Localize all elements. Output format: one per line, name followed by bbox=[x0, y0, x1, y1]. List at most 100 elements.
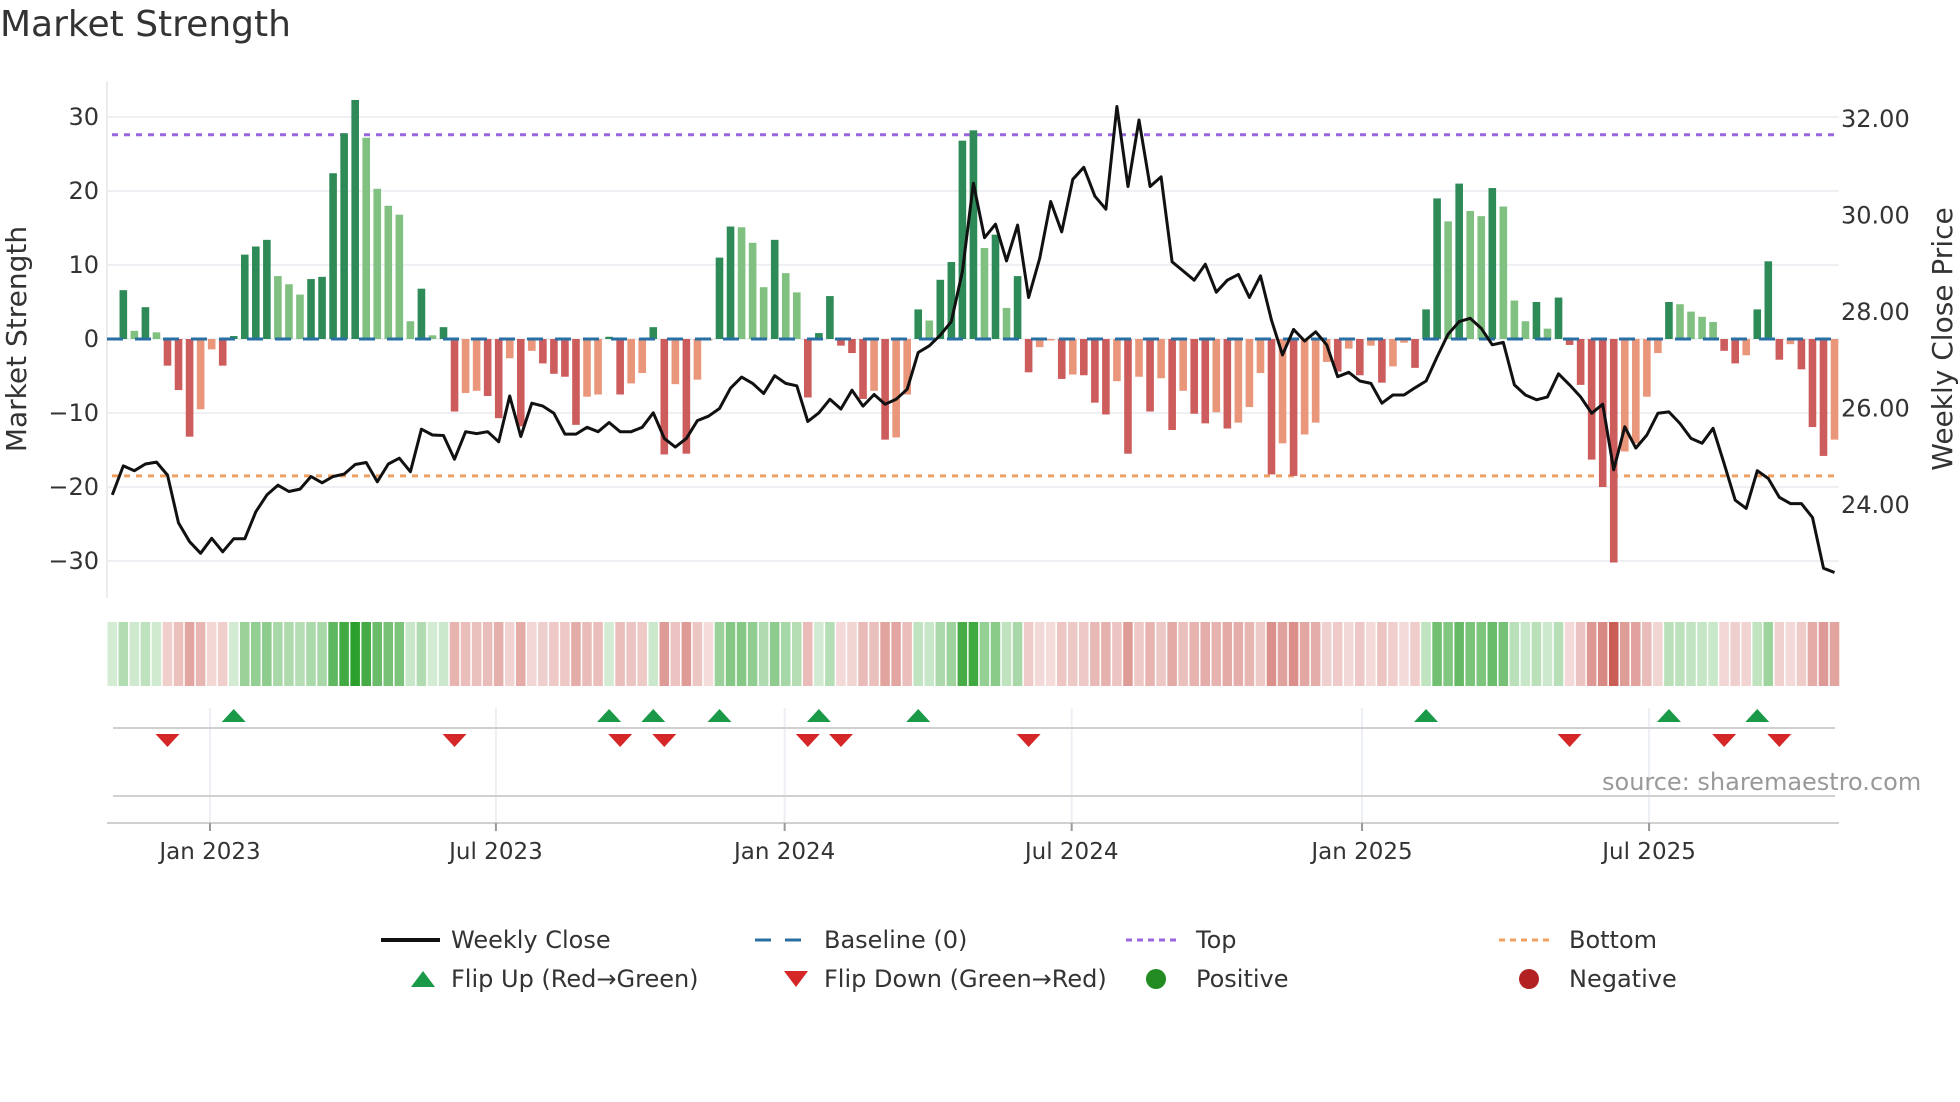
strength-bar bbox=[1698, 316, 1706, 339]
strength-bar bbox=[461, 339, 470, 394]
y-tick-label: −20 bbox=[48, 473, 99, 501]
heatmap-cell bbox=[637, 622, 647, 686]
heatmap-cell bbox=[1222, 622, 1233, 686]
strength-bar bbox=[240, 254, 249, 339]
heatmap-cell bbox=[1045, 622, 1056, 686]
strength-bar bbox=[583, 339, 591, 397]
strength-bar bbox=[516, 339, 525, 427]
strength-bar bbox=[1378, 339, 1386, 383]
strength-bar bbox=[483, 339, 492, 396]
y2-tick-label: 26.00 bbox=[1841, 395, 1910, 423]
strength-bar bbox=[196, 339, 205, 410]
heatmap-cell bbox=[438, 622, 449, 686]
heatmap-cell bbox=[118, 622, 129, 686]
heatmap-cell bbox=[1686, 622, 1696, 686]
heatmap-cell bbox=[549, 622, 559, 686]
heatmap-cell bbox=[416, 622, 427, 686]
strength-bar bbox=[914, 309, 923, 339]
strength-bar bbox=[1102, 339, 1110, 415]
heatmap-cell bbox=[847, 622, 857, 686]
heatmap-cell bbox=[1112, 622, 1122, 686]
heatmap-cell bbox=[515, 622, 526, 686]
strength-bar bbox=[594, 339, 602, 395]
y-tick-label: −10 bbox=[48, 399, 99, 427]
strength-bar bbox=[1521, 321, 1530, 339]
heatmap-cell bbox=[1443, 622, 1453, 686]
heatmap-cell bbox=[714, 622, 725, 686]
y-axis-title: Market Strength bbox=[0, 226, 33, 452]
heatmap-cell bbox=[935, 622, 946, 686]
heatmap-cell bbox=[1664, 622, 1674, 686]
legend-label: Flip Up (Red→Green) bbox=[451, 965, 699, 993]
flip-up-marker bbox=[221, 709, 246, 722]
y-tick-label: 30 bbox=[68, 103, 99, 131]
strength-bar bbox=[991, 234, 1000, 339]
heatmap-cell bbox=[228, 622, 239, 686]
strength-bar bbox=[274, 276, 282, 339]
heatmap-cell bbox=[582, 622, 592, 686]
heatmap-cell bbox=[328, 622, 338, 686]
strength-bar bbox=[980, 247, 989, 339]
strength-bar bbox=[726, 226, 735, 339]
heatmap-cell bbox=[129, 622, 140, 686]
strength-bar bbox=[1300, 339, 1309, 435]
heatmap-cell bbox=[979, 622, 990, 686]
heatmap-cell bbox=[769, 622, 780, 686]
strength-bar bbox=[141, 307, 150, 339]
strength-bar bbox=[1146, 339, 1154, 412]
flip-down-marker bbox=[155, 734, 180, 747]
heatmap-cell bbox=[615, 622, 625, 686]
strength-bar bbox=[263, 239, 271, 339]
strength-bar bbox=[406, 321, 415, 339]
strength-bar bbox=[1731, 339, 1739, 364]
heatmap-cell bbox=[560, 622, 570, 686]
flip-down-marker bbox=[652, 734, 677, 747]
strength-bar bbox=[1124, 339, 1132, 454]
strength-bar bbox=[1808, 339, 1817, 428]
strength-bar bbox=[1223, 339, 1232, 429]
heatmap-cell bbox=[681, 622, 692, 686]
heatmap-cell bbox=[1631, 622, 1641, 686]
strength-bar bbox=[1742, 339, 1751, 356]
heatmap-cell bbox=[1476, 622, 1486, 686]
strength-bar bbox=[1201, 339, 1210, 424]
strength-bar bbox=[881, 339, 889, 440]
heatmap-cell bbox=[1266, 622, 1277, 686]
heatmap-cell bbox=[1553, 622, 1564, 686]
heatmap-cell bbox=[593, 622, 603, 686]
heatmap-cell bbox=[1774, 622, 1785, 686]
x-tick-label: Jan 2025 bbox=[1309, 839, 1412, 865]
legend-label: Bottom bbox=[1569, 926, 1657, 954]
x-tick-label: Jul 2025 bbox=[1600, 839, 1696, 865]
flip-down-marker bbox=[608, 734, 633, 747]
heatmap-cell bbox=[1399, 622, 1409, 686]
strength-bar bbox=[1256, 339, 1265, 374]
strength-bar bbox=[616, 339, 624, 395]
heatmap-cell bbox=[571, 622, 581, 686]
heatmap-cell bbox=[1321, 622, 1332, 686]
strength-bar bbox=[1643, 339, 1651, 397]
strength-bar bbox=[307, 279, 315, 339]
heatmap-cell bbox=[295, 622, 305, 686]
strength-bar bbox=[1002, 307, 1011, 339]
heatmap-cell bbox=[262, 622, 272, 686]
heatmap-cell bbox=[1498, 622, 1509, 686]
strength-bar bbox=[826, 296, 834, 339]
heatmap-cell bbox=[1752, 622, 1762, 686]
heatmap-cell bbox=[1487, 622, 1498, 686]
heatmap-cell bbox=[1233, 622, 1244, 686]
strength-bar bbox=[1135, 339, 1143, 377]
heatmap-cell bbox=[1785, 622, 1796, 686]
heatmap-cell bbox=[1288, 622, 1299, 686]
heatmap-cell bbox=[527, 622, 537, 686]
strength-bar bbox=[1057, 339, 1066, 379]
heatmap-cell bbox=[1156, 622, 1166, 686]
heatmap-cell bbox=[350, 622, 360, 686]
heatmap-cell bbox=[648, 622, 658, 686]
strength-bar bbox=[340, 133, 348, 339]
strength-bar bbox=[1411, 339, 1419, 368]
strength-bar bbox=[1687, 311, 1695, 339]
y2-tick-label: 30.00 bbox=[1841, 202, 1910, 230]
heatmap-cell bbox=[493, 622, 504, 686]
heatmap-cell bbox=[1531, 622, 1542, 686]
